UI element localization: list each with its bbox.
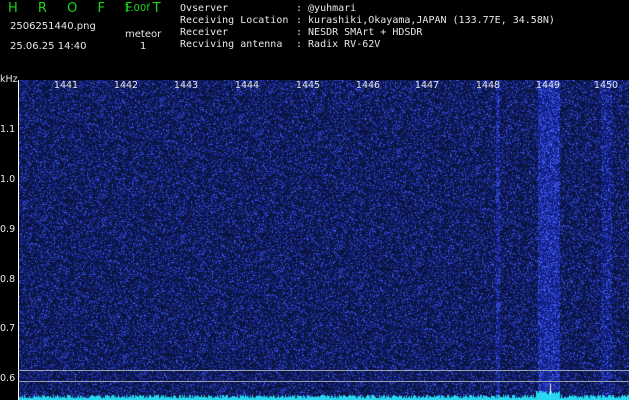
info-value-location: : kurashiki,Okayama,JAPAN (133.77E, 34.5…	[296, 15, 555, 26]
waterfall-canvas	[18, 80, 629, 400]
x-tick-label: 1442	[113, 80, 139, 91]
x-tick-label: 1444	[234, 80, 260, 91]
y-axis-label: kHz	[0, 74, 18, 85]
file-name: 2506251440.png	[10, 21, 96, 32]
info-key-antenna: Recviving antenna	[180, 39, 283, 50]
info-key-observer: Ovserver	[180, 3, 229, 14]
guide-line-upper	[18, 370, 629, 371]
x-tick-label: 1446	[355, 80, 381, 91]
meteor-label: meteor	[125, 29, 162, 40]
y-tick-label: 0.6	[0, 373, 16, 384]
info-value-observer: : @yuhmari	[296, 3, 357, 14]
y-tick-label: 0.8	[0, 274, 16, 285]
hroft-screenshot: H R O F F T 1.00f 2506251440.png 25.06.2…	[0, 0, 629, 400]
info-key-receiver: Receiver	[180, 27, 229, 38]
x-tick-label: 1449	[535, 80, 561, 91]
info-key-location: Receiving Location	[180, 15, 289, 26]
y-tick-label: 1.1	[0, 124, 16, 135]
waterfall-plot	[18, 80, 629, 400]
app-version: 1.00f	[124, 3, 150, 14]
info-value-antenna: : Radix RV-62V	[296, 39, 381, 50]
x-tick-label: 1450	[593, 80, 619, 91]
y-tick-label: 0.9	[0, 224, 16, 235]
x-tick-label: 1448	[475, 80, 501, 91]
x-tick-label: 1441	[53, 80, 79, 91]
y-tick-label: 0.7	[0, 323, 16, 334]
plot-left-edge	[18, 80, 19, 400]
x-tick-label: 1445	[295, 80, 321, 91]
x-tick-label: 1447	[414, 80, 440, 91]
date-time: 25.06.25 14:40	[10, 41, 87, 52]
meteor-count: 1	[140, 41, 147, 52]
guide-line-lower	[18, 381, 629, 382]
x-tick-label: 1443	[173, 80, 199, 91]
y-tick-label: 1.0	[0, 174, 16, 185]
info-value-receiver: : NESDR SMArt + HDSDR	[296, 27, 423, 38]
